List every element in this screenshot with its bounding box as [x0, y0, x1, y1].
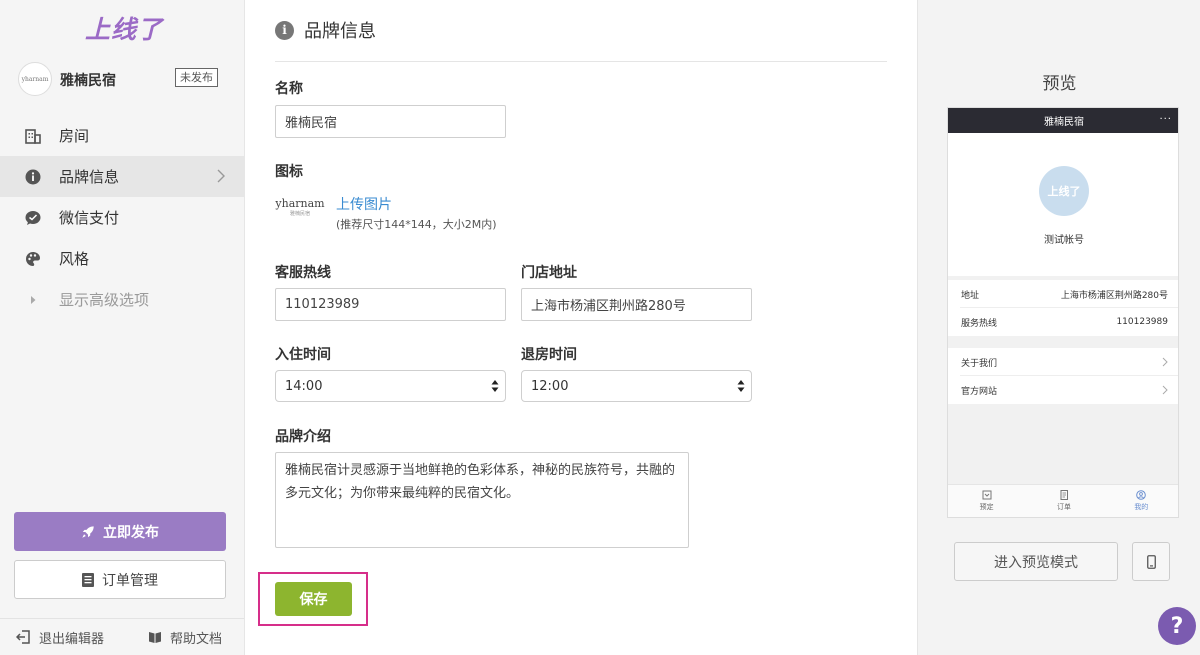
sidebar-item-label: 房间	[59, 127, 90, 145]
publish-status-badge: 未发布	[175, 68, 218, 87]
phone-tab-bar: 预定 订单 我的	[948, 484, 1178, 517]
exit-editor-link[interactable]: 退出编辑器	[16, 628, 104, 647]
sidebar-item-label: 品牌信息	[59, 168, 120, 186]
order-management-label: 订单管理	[102, 572, 158, 589]
help-docs-link[interactable]: 帮助文档	[148, 628, 222, 647]
phone-avatar: 上线了	[1039, 166, 1089, 216]
wechat-icon	[25, 210, 41, 226]
checkin-time-value: 14:00	[285, 378, 323, 394]
sidebar-item-label: 显示高级选项	[59, 291, 150, 309]
phone-link-row: 官方网站	[948, 376, 1178, 404]
sidebar-item-label: 风格	[59, 250, 90, 268]
brand-intro-textarea[interactable]: 雅楠民宿计灵感源于当地鲜艳的色彩体系，神秘的民族符号，共融的多元文化；为你带来最…	[275, 452, 689, 548]
sidebar-item-brand-info[interactable]: 品牌信息	[0, 156, 244, 197]
phone-tab-mine: 我的	[1103, 485, 1178, 517]
select-arrows-icon	[491, 380, 499, 392]
brand-icon-preview: yharnam 雅楠民宿	[275, 198, 325, 228]
help-docs-label: 帮助文档	[170, 631, 223, 647]
sidebar: 上线了 yharnam 雅楠民宿 未发布 房间 品牌信息 微信支付 风格 显示高…	[0, 0, 245, 655]
address-label: 门店地址	[521, 265, 577, 281]
exit-icon	[16, 630, 30, 644]
help-button[interactable]: ?	[1158, 607, 1196, 645]
phone-icon	[1146, 554, 1156, 569]
hotline-input[interactable]: 110123989	[275, 288, 506, 321]
book-icon	[149, 632, 161, 643]
phone-info-row: 服务热线 110123989	[948, 308, 1178, 336]
store-name: 雅楠民宿	[60, 73, 116, 89]
building-icon	[25, 128, 41, 144]
caret-right-icon	[25, 292, 41, 308]
phone-row-label: 地址	[961, 290, 980, 301]
phone-tab-book: 预定	[948, 485, 1025, 517]
exit-editor-label: 退出编辑器	[39, 631, 105, 647]
phone-row-label: 服务热线	[961, 318, 998, 329]
phone-tab-label: 我的	[1134, 503, 1149, 511]
sidebar-item-wechat-pay[interactable]: 微信支付	[0, 197, 244, 238]
phone-title: 雅楠民宿	[1044, 117, 1084, 128]
checkout-label: 退房时间	[521, 347, 577, 363]
sidebar-item-style[interactable]: 风格	[0, 238, 244, 279]
toggle-advanced-options[interactable]: 显示高级选项	[0, 279, 244, 320]
phone-row-value: 上海市杨浦区荆州路280号	[1060, 290, 1168, 301]
checkout-time-value: 12:00	[531, 378, 569, 394]
page-title-text: 品牌信息	[304, 21, 376, 42]
phone-row-value: 110123989	[1116, 317, 1168, 327]
phone-profile-header: 上线了 测试帐号	[948, 133, 1178, 276]
chevron-right-icon	[1162, 385, 1168, 395]
sidebar-item-label: 微信支付	[59, 209, 120, 227]
receipt-icon	[1060, 490, 1068, 500]
publish-now-label: 立即发布	[103, 524, 159, 541]
phone-tab-orders: 订单	[1025, 485, 1102, 517]
hotline-label: 客服热线	[275, 265, 331, 281]
name-label: 名称	[275, 81, 303, 97]
icon-label: 图标	[275, 164, 303, 180]
app-logo[interactable]: 上线了	[85, 10, 163, 46]
preview-panel: 预览 雅楠民宿 ··· 上线了 测试帐号 地址 上海市杨浦区荆州路280号 服务…	[917, 0, 1200, 655]
upload-image-link[interactable]: 上传图片	[336, 194, 392, 214]
brand-icon-preview-subtext: 雅楠民宿	[289, 211, 310, 217]
phone-account-name: 测试帐号	[1044, 235, 1084, 246]
phone-row-label: 官方网站	[961, 386, 998, 397]
order-management-button[interactable]: 订单管理	[14, 560, 226, 599]
select-arrows-icon	[737, 380, 745, 392]
phone-info-row: 地址 上海市杨浦区荆州路280号	[948, 280, 1178, 308]
info-icon: i	[275, 20, 294, 40]
enter-preview-mode-button[interactable]: 进入预览模式	[954, 542, 1118, 581]
rocket-icon	[82, 525, 94, 538]
page-title: i 品牌信息	[275, 17, 376, 43]
upload-size-hint: (推荐尺寸144*144，大小2M内)	[336, 218, 497, 231]
sidebar-footer: 退出编辑器 帮助文档	[0, 618, 244, 655]
store-header: yharnam 雅楠民宿 未发布	[18, 62, 228, 96]
checkin-time-select[interactable]: 14:00	[275, 370, 506, 402]
checkin-label: 入住时间	[275, 347, 331, 363]
phone-title-bar: 雅楠民宿 ···	[948, 108, 1178, 133]
brand-intro-label: 品牌介绍	[275, 429, 331, 445]
save-button[interactable]: 保存	[275, 582, 352, 616]
phone-preview: 雅楠民宿 ··· 上线了 测试帐号 地址 上海市杨浦区荆州路280号 服务热线 …	[947, 107, 1179, 518]
name-input[interactable]: 雅楠民宿	[275, 105, 506, 138]
preview-title: 预览	[1042, 74, 1077, 94]
divider	[275, 61, 887, 62]
phone-tab-label: 订单	[1056, 503, 1071, 511]
brand-info-form: i 品牌信息 名称 雅楠民宿 图标 yharnam 雅楠民宿 上传图片 (推荐尺…	[245, 0, 917, 655]
palette-icon	[25, 251, 41, 267]
phone-tab-label: 预定	[979, 503, 994, 511]
sidebar-item-rooms[interactable]: 房间	[0, 115, 244, 156]
chevron-right-icon	[217, 169, 225, 183]
phone-link-row: 关于我们	[948, 348, 1178, 376]
user-icon	[1136, 490, 1147, 500]
store-avatar: yharnam	[18, 62, 52, 96]
bookmark-icon	[982, 490, 992, 500]
more-icon: ···	[1159, 114, 1172, 125]
info-icon	[25, 169, 41, 185]
phone-row-label: 关于我们	[961, 358, 998, 369]
device-toggle-button[interactable]	[1132, 542, 1170, 581]
address-input[interactable]: 上海市杨浦区荆州路280号	[521, 288, 752, 321]
chevron-right-icon	[1162, 357, 1168, 367]
checkout-time-select[interactable]: 12:00	[521, 370, 752, 402]
document-icon	[82, 572, 94, 587]
publish-now-button[interactable]: 立即发布	[14, 512, 226, 551]
